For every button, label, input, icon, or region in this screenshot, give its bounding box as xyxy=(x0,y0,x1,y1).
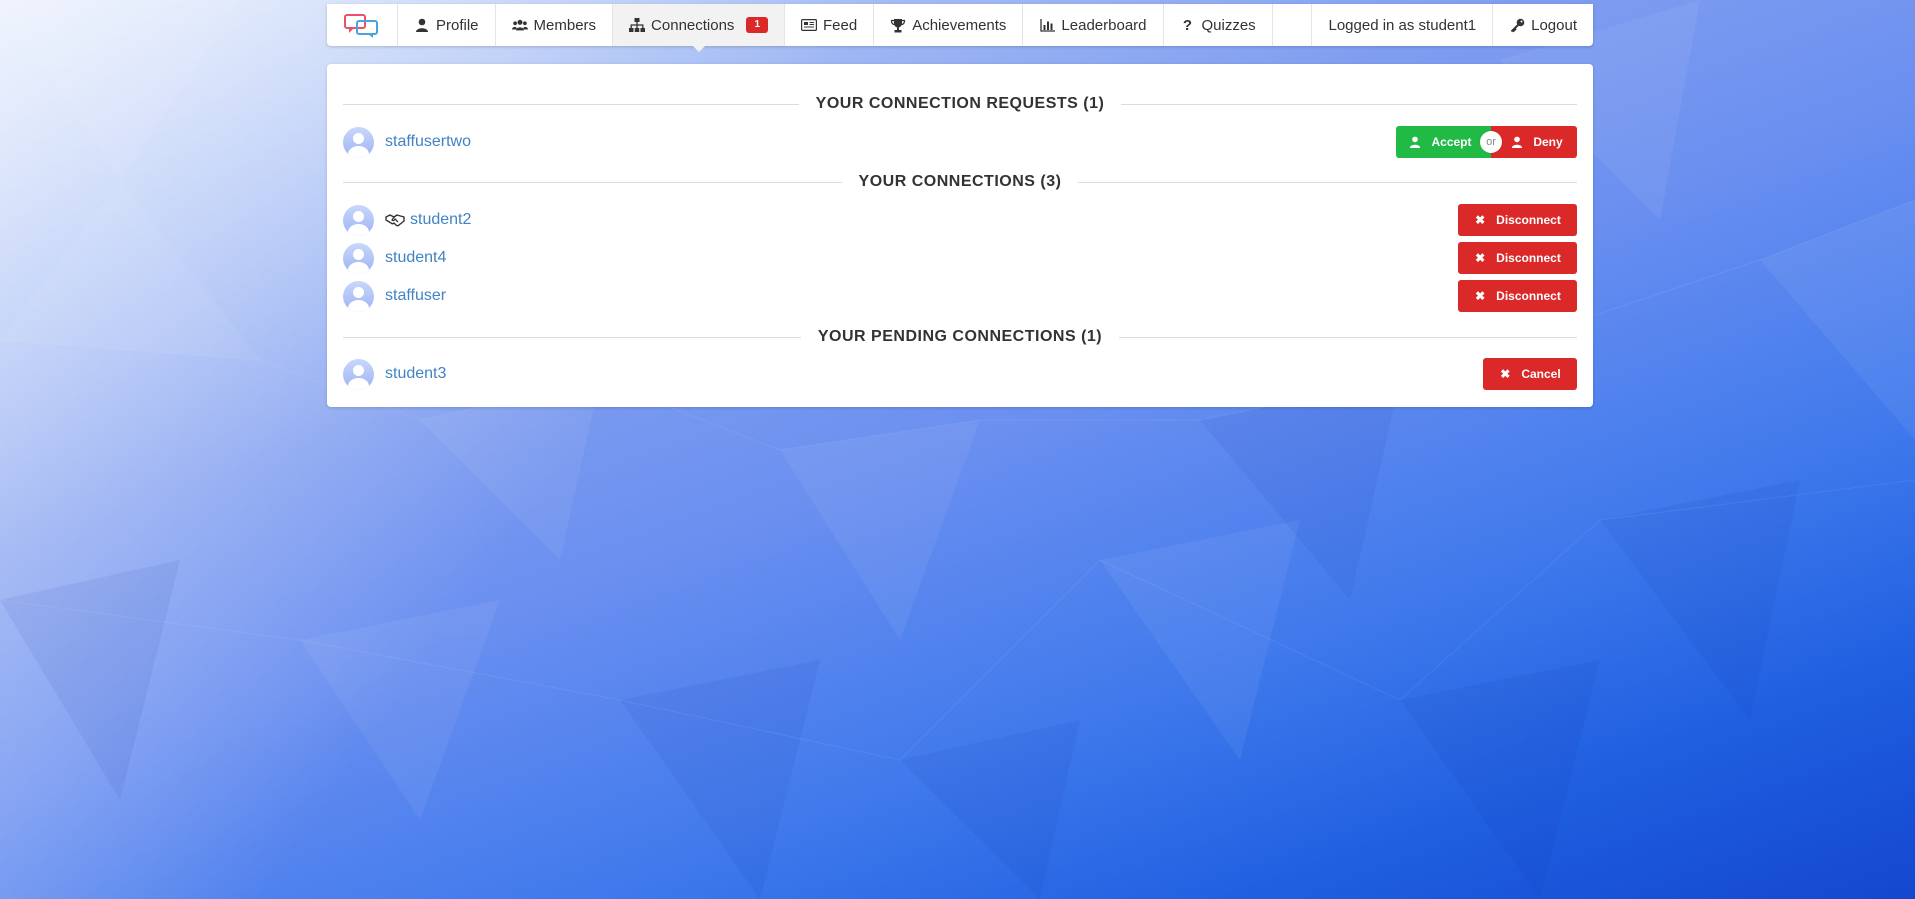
username-link[interactable]: staffuser xyxy=(385,287,446,305)
user-icon xyxy=(1409,136,1421,148)
cancel-label: Cancel xyxy=(1521,367,1561,381)
close-icon: ✖ xyxy=(1475,251,1486,265)
user-icon xyxy=(1511,136,1523,148)
avatar xyxy=(343,280,374,312)
avatar xyxy=(343,242,374,274)
close-icon: ✖ xyxy=(1500,367,1511,381)
logout-label: Logout xyxy=(1531,16,1577,34)
connection-actions: ✖ Disconnect xyxy=(1458,204,1577,236)
sitemap-icon xyxy=(629,17,646,33)
top-navbar: Profile Members Connections 1 Feed Achie… xyxy=(327,4,1593,52)
cancel-button[interactable]: ✖ Cancel xyxy=(1483,358,1577,390)
disconnect-button[interactable]: ✖ Disconnect xyxy=(1458,242,1577,274)
pending-actions: ✖ Cancel xyxy=(1483,358,1577,390)
close-icon: ✖ xyxy=(1475,213,1486,227)
accept-label: Accept xyxy=(1431,135,1472,149)
section-header-pending: YOUR PENDING CONNECTIONS (1) xyxy=(343,327,1577,347)
divider xyxy=(1078,181,1577,183)
newspaper-icon xyxy=(801,17,817,33)
username-link[interactable]: staffusertwo xyxy=(385,133,471,151)
logout-button[interactable]: Logout xyxy=(1493,4,1593,46)
nav-members-label: Members xyxy=(533,16,597,34)
handshake-icon xyxy=(385,213,407,227)
logged-in-text: Logged in as student1 xyxy=(1328,16,1477,34)
user-icon xyxy=(414,17,430,33)
section-header-requests: YOUR CONNECTION REQUESTS (1) xyxy=(343,94,1577,114)
trophy-icon xyxy=(890,17,906,33)
connection-row: staffuser ✖ Disconnect xyxy=(343,280,1577,312)
logo[interactable] xyxy=(327,4,398,46)
pending-row: student3 ✖ Cancel xyxy=(343,358,1577,390)
section-header-connections: YOUR CONNECTIONS (3) xyxy=(343,172,1577,192)
or-label: or xyxy=(1480,131,1502,153)
connection-row: student2 ✖ Disconnect xyxy=(343,204,1577,236)
connection-row: student4 ✖ Disconnect xyxy=(343,242,1577,274)
nav-feed[interactable]: Feed xyxy=(785,4,875,46)
nav-achievements[interactable]: Achievements xyxy=(874,4,1024,46)
nav-connections[interactable]: Connections 1 xyxy=(613,4,785,52)
close-icon: ✖ xyxy=(1475,289,1486,303)
connections-card: YOUR CONNECTION REQUESTS (1) staffusertw… xyxy=(327,64,1593,407)
connections-badge: 1 xyxy=(746,17,768,33)
connection-actions: ✖ Disconnect xyxy=(1458,242,1577,274)
bar-chart-icon xyxy=(1039,17,1055,33)
nav-members[interactable]: Members xyxy=(496,4,614,46)
logged-in-status: Logged in as student1 xyxy=(1312,4,1494,46)
username-link[interactable]: student4 xyxy=(385,249,446,267)
nav-leaderboard[interactable]: Leaderboard xyxy=(1023,4,1164,46)
deny-button[interactable]: Deny xyxy=(1491,126,1577,158)
divider xyxy=(1119,336,1577,338)
username-link[interactable]: student3 xyxy=(385,365,446,383)
nav-connections-label: Connections xyxy=(651,16,735,34)
nav-quizzes[interactable]: ? Quizzes xyxy=(1164,4,1273,46)
section-title-pending: YOUR PENDING CONNECTIONS (1) xyxy=(817,328,1103,345)
nav-feed-label: Feed xyxy=(823,16,858,34)
nav-profile-label: Profile xyxy=(436,16,479,34)
section-title-connections: YOUR CONNECTIONS (3) xyxy=(858,173,1062,190)
divider xyxy=(1121,103,1577,105)
divider xyxy=(343,103,799,105)
key-icon xyxy=(1509,17,1525,33)
speech-bubbles-logo-icon xyxy=(344,14,378,38)
users-icon xyxy=(511,17,528,33)
divider xyxy=(343,181,842,183)
disconnect-label: Disconnect xyxy=(1496,289,1561,303)
nav-profile[interactable]: Profile xyxy=(398,4,496,46)
nav-quizzes-label: Quizzes xyxy=(1201,16,1256,34)
disconnect-button[interactable]: ✖ Disconnect xyxy=(1458,280,1577,312)
avatar xyxy=(343,204,374,236)
deny-label: Deny xyxy=(1533,135,1563,149)
divider xyxy=(343,336,801,338)
avatar xyxy=(343,358,374,390)
username-link[interactable]: student2 xyxy=(410,211,471,229)
request-actions: Accept or Deny xyxy=(1396,126,1577,158)
request-row: staffusertwo Accept or Deny xyxy=(343,126,1577,158)
nav-leaderboard-label: Leaderboard xyxy=(1061,16,1147,34)
disconnect-label: Disconnect xyxy=(1496,251,1561,265)
nav-spacer xyxy=(1273,4,1313,46)
accept-button[interactable]: Accept xyxy=(1396,126,1491,158)
connection-actions: ✖ Disconnect xyxy=(1458,280,1577,312)
avatar xyxy=(343,126,374,158)
disconnect-label: Disconnect xyxy=(1496,213,1561,227)
disconnect-button[interactable]: ✖ Disconnect xyxy=(1458,204,1577,236)
nav-achievements-label: Achievements xyxy=(912,16,1007,34)
section-title-requests: YOUR CONNECTION REQUESTS (1) xyxy=(815,95,1105,112)
question-icon: ? xyxy=(1182,16,1193,34)
